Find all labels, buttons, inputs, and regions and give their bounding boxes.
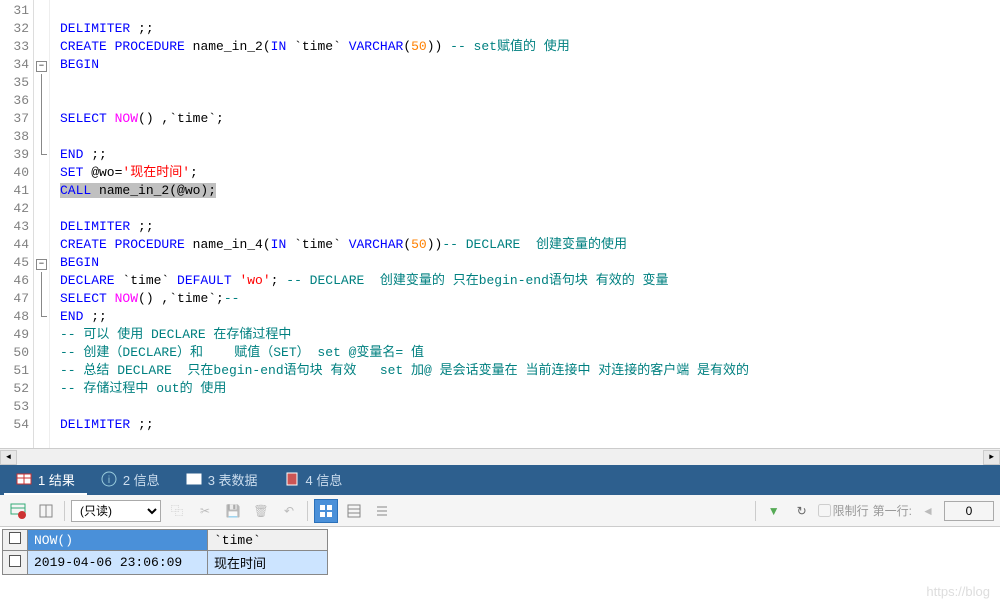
toggle-grid-icon — [38, 503, 54, 519]
first-row-label: 第一行: — [873, 502, 912, 519]
results-toolbar: (只读) ⿻ ✂ 💾 🗑 ↶ ▼ ↻ 限制行 第一行: ◄ — [0, 495, 1000, 527]
scroll-left-button[interactable]: ◄ — [0, 450, 17, 465]
separator — [307, 501, 308, 521]
scissors-icon: ✂ — [200, 504, 210, 518]
first-row-input[interactable] — [944, 501, 994, 521]
tab-icon: i — [101, 471, 117, 487]
copy-button: ⿻ — [165, 499, 189, 523]
undo-icon: ↶ — [284, 504, 294, 518]
cell[interactable]: 现在时间 — [208, 551, 328, 575]
fold-toggle[interactable]: − — [36, 61, 47, 72]
tab-label: 2 信息 — [123, 470, 160, 489]
filter-button[interactable]: ▼ — [762, 499, 786, 523]
grid-icon — [319, 504, 333, 518]
add-row-button[interactable] — [6, 499, 30, 523]
cut-button: ✂ — [193, 499, 217, 523]
result-grid-area: NOW()`time` 2019-04-06 23:06:09现在时间 http… — [0, 527, 1000, 605]
save-button: 💾 — [221, 499, 245, 523]
cell[interactable]: 2019-04-06 23:06:09 — [28, 551, 208, 575]
tab-1[interactable]: 1 结果 — [4, 466, 87, 495]
svg-text:i: i — [108, 475, 110, 486]
funnel-icon: ▼ — [768, 504, 780, 518]
form-view-button[interactable] — [342, 499, 366, 523]
row-checkbox[interactable] — [9, 555, 21, 567]
header-checkbox[interactable] — [9, 532, 21, 544]
fold-toggle[interactable]: − — [36, 259, 47, 270]
results-tabs-bar: 1 结果 i 2 信息 3 表数据 4 信息 — [0, 465, 1000, 495]
refresh-button[interactable]: ↻ — [790, 499, 814, 523]
result-table[interactable]: NOW()`time` 2019-04-06 23:06:09现在时间 — [2, 529, 328, 575]
tab-icon — [16, 471, 32, 487]
table-row[interactable]: 2019-04-06 23:06:09现在时间 — [3, 551, 328, 575]
watermark: https://blog — [926, 584, 990, 599]
save-icon: 💾 — [226, 504, 241, 518]
tab-2[interactable]: i 2 信息 — [89, 466, 172, 495]
trash-icon: 🗑 — [253, 504, 268, 518]
tab-icon — [186, 471, 202, 487]
column-header[interactable]: NOW() — [28, 530, 208, 551]
fold-column[interactable]: −− — [34, 0, 50, 448]
separator — [64, 501, 65, 521]
horizontal-scrollbar[interactable]: ◄ ► — [0, 448, 1000, 465]
tab-label: 3 表数据 — [208, 470, 258, 489]
tab-label: 4 信息 — [306, 470, 343, 489]
mode-select[interactable]: (只读) — [71, 500, 161, 522]
copy-icon: ⿻ — [171, 502, 183, 519]
tab-label: 1 结果 — [38, 470, 75, 489]
limit-row-checkbox — [818, 504, 831, 517]
undo-button: ↶ — [277, 499, 301, 523]
refresh-icon: ↻ — [797, 504, 807, 518]
line-number-gutter: 3132333435363738394041424344454647484950… — [0, 0, 34, 448]
toggle-button[interactable] — [34, 499, 58, 523]
table-add-icon — [10, 503, 26, 519]
text-icon — [375, 504, 389, 518]
code-content[interactable]: DELIMITER ;;CREATE PROCEDURE name_in_2(I… — [50, 0, 1000, 448]
form-icon — [347, 504, 361, 518]
limit-row-checkbox-label[interactable]: 限制行 — [818, 502, 869, 519]
text-view-button[interactable] — [370, 499, 394, 523]
separator — [755, 501, 756, 521]
tab-3[interactable]: 3 表数据 — [174, 466, 270, 495]
prev-page-button: ◄ — [916, 499, 940, 523]
tab-icon — [284, 471, 300, 487]
limit-row-text: 限制行 — [833, 502, 869, 519]
delete-button: 🗑 — [249, 499, 273, 523]
tab-4[interactable]: 4 信息 — [272, 466, 355, 495]
grid-view-button[interactable] — [314, 499, 338, 523]
code-editor[interactable]: 3132333435363738394041424344454647484950… — [0, 0, 1000, 448]
scroll-right-button[interactable]: ► — [983, 450, 1000, 465]
column-header[interactable]: `time` — [208, 530, 328, 551]
